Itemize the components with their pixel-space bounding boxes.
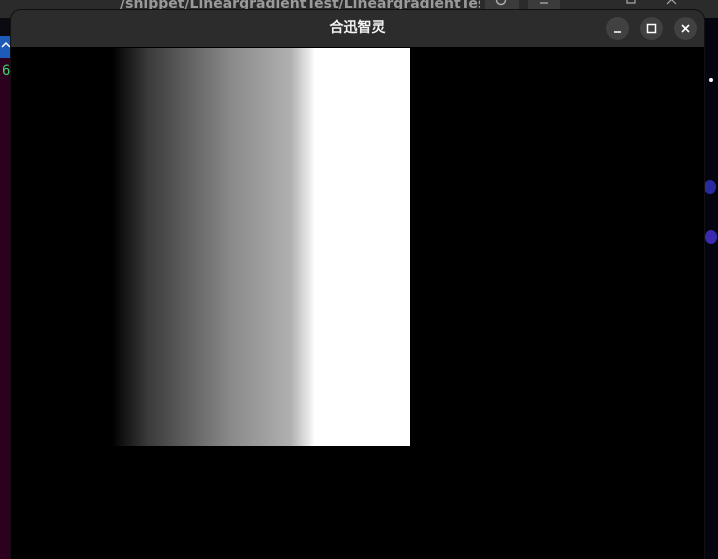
- maximize-icon: [626, 0, 636, 4]
- linear-gradient-rectangle: [112, 48, 410, 446]
- minimize-icon: [614, 31, 621, 33]
- close-icon: [681, 24, 690, 33]
- chevron-up-icon: [1, 41, 11, 48]
- close-button[interactable]: [674, 17, 697, 40]
- desktop-wallpaper: [703, 18, 718, 559]
- wallpaper-star: [709, 78, 713, 82]
- hamburger-icon: [540, 2, 548, 4]
- wallpaper-star: [705, 230, 717, 244]
- window-content: [11, 47, 704, 559]
- search-icon: [495, 0, 507, 6]
- close-icon: [666, 0, 677, 5]
- wallpaper-star: [704, 180, 716, 194]
- maximize-button[interactable]: [640, 17, 663, 40]
- maximize-icon: [646, 23, 657, 34]
- terminal-text: 6: [2, 63, 11, 79]
- window-title: 合迅智灵: [329, 20, 386, 36]
- minimize-button[interactable]: [606, 17, 629, 40]
- window-titlebar[interactable]: 合迅智灵: [11, 10, 704, 47]
- app-window: 合迅智灵: [11, 10, 704, 559]
